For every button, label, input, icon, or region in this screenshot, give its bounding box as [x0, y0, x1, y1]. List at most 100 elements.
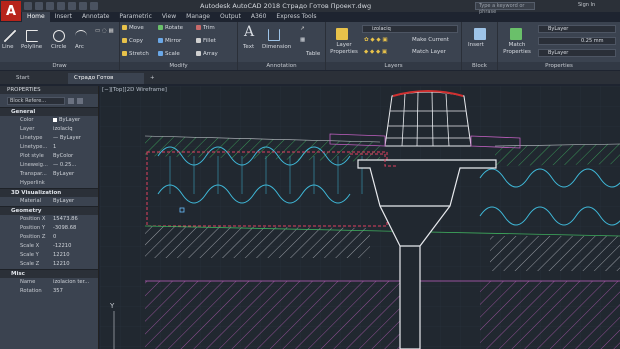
tab-view[interactable]: View [157, 12, 181, 22]
property-value[interactable]: -3098.68 [53, 224, 98, 233]
layer-dropdown[interactable]: izolaciq [362, 25, 458, 33]
property-value[interactable]: izolaciq [53, 125, 98, 134]
layer-properties-icon[interactable] [336, 28, 348, 40]
property-value[interactable]: 0 [53, 233, 98, 242]
lineweight-dropdown[interactable]: 0.25 mm [538, 37, 616, 45]
general-row[interactable]: Linetype... 1 [0, 143, 98, 152]
table-button[interactable]: Table [306, 51, 320, 57]
redo-icon[interactable] [90, 2, 98, 10]
scale-button[interactable]: Scale [158, 51, 180, 57]
property-value[interactable]: 1 [53, 143, 98, 152]
property-value[interactable] [53, 179, 98, 188]
insert-icon[interactable] [474, 28, 486, 40]
quick-select-icon[interactable] [68, 97, 74, 104]
property-value[interactable]: ByColor [53, 152, 98, 161]
section-geometry[interactable]: Geometry [0, 206, 98, 215]
property-value[interactable]: — ByLayer [53, 134, 98, 143]
new-icon[interactable] [24, 2, 32, 10]
table-icon[interactable]: ▦ [300, 37, 305, 43]
general-row[interactable]: Lineweig... — 0.25... [0, 161, 98, 170]
saveas-icon[interactable] [57, 2, 65, 10]
tab-home[interactable]: Home [22, 12, 50, 22]
move-button[interactable]: Move [122, 25, 144, 31]
circle-button[interactable]: Circle [51, 44, 66, 50]
general-row[interactable]: Plot style ByColor [0, 152, 98, 161]
viz-row[interactable]: Material ByLayer [0, 197, 98, 206]
text-button[interactable]: Text [243, 44, 254, 50]
property-value[interactable]: -12210 [53, 242, 98, 251]
arc-icon[interactable] [75, 30, 87, 42]
polyline-icon[interactable] [26, 30, 38, 42]
general-row[interactable]: Layer izolaciq [0, 125, 98, 134]
geometry-row[interactable]: Scale Y 12210 [0, 251, 98, 260]
circle-icon[interactable] [53, 30, 65, 42]
geometry-row[interactable]: Scale X -12210 [0, 242, 98, 251]
mirror-button[interactable]: Mirror [158, 38, 181, 44]
plot-icon[interactable] [68, 2, 76, 10]
general-row[interactable]: Linetype — ByLayer [0, 134, 98, 143]
tab-insert[interactable]: Insert [50, 12, 77, 22]
general-row[interactable]: Transpar... ByLayer [0, 170, 98, 179]
misc-row[interactable]: Rotation 357 [0, 287, 98, 296]
drawing-viewport[interactable]: [−][Top][2D Wireframe] Y [100, 86, 620, 349]
general-row[interactable]: Color ByLayer [0, 116, 98, 125]
tab-annotate[interactable]: Annotate [77, 12, 114, 22]
layer-tools-icon-2[interactable]: ◆ ◆ ◆ ▣ [364, 49, 387, 55]
properties-panel-title[interactable]: Properties [498, 62, 620, 70]
sign-in-button[interactable]: Sign In [578, 2, 595, 8]
fillet-button[interactable]: Fillet [196, 38, 216, 44]
modify-panel-title[interactable]: Modify [120, 62, 237, 70]
geometry-row[interactable]: Position X 15473.86 [0, 215, 98, 224]
line-button[interactable]: Line [2, 44, 13, 50]
leader-icon[interactable]: ↗ [300, 26, 305, 32]
annotation-panel-title[interactable]: Annotation [238, 62, 325, 70]
property-value[interactable]: izolacion ter... [53, 278, 98, 287]
match-properties-icon[interactable] [510, 28, 522, 40]
undo-icon[interactable] [79, 2, 87, 10]
search-input[interactable]: Type a keyword or phrase [475, 2, 535, 15]
select-objects-icon[interactable] [77, 97, 83, 104]
drawing-canvas[interactable]: Y [100, 86, 620, 349]
property-value[interactable]: ByLayer [53, 197, 98, 206]
save-icon[interactable] [46, 2, 54, 10]
line-icon[interactable] [4, 30, 16, 42]
property-value[interactable]: 12210 [53, 251, 98, 260]
selection-dropdown[interactable]: Block Refere... [7, 96, 65, 105]
tab-manage[interactable]: Manage [181, 12, 215, 22]
tab-document[interactable]: Страдо Готов Проект* [68, 73, 144, 92]
dimension-icon[interactable] [268, 29, 280, 41]
match-properties-button[interactable]: Match Properties [502, 42, 532, 56]
tab-express-tools[interactable]: Express Tools [271, 12, 321, 22]
arc-button[interactable]: Arc [75, 44, 84, 50]
tab-start[interactable]: Start [10, 73, 65, 84]
draw-panel-title[interactable]: Draw [0, 62, 119, 70]
new-tab-button[interactable]: + [147, 73, 159, 84]
polyline-button[interactable]: Polyline [21, 44, 42, 50]
tab-output[interactable]: Output [215, 12, 246, 22]
section-misc[interactable]: Misc [0, 269, 98, 278]
property-value[interactable]: ByLayer [53, 170, 98, 179]
open-icon[interactable] [35, 2, 43, 10]
block-panel-title[interactable]: Block [462, 62, 497, 70]
trim-button[interactable]: Trim [196, 25, 215, 31]
array-button[interactable]: Array [196, 51, 218, 57]
general-row[interactable]: Hyperlink [0, 179, 98, 188]
property-value[interactable]: 15473.86 [53, 215, 98, 224]
viewport-controls[interactable]: [−][Top][2D Wireframe] [102, 87, 167, 93]
misc-row[interactable]: Name izolacion ter... [0, 278, 98, 287]
insert-button[interactable]: Insert [468, 42, 484, 48]
rotate-button[interactable]: Rotate [158, 25, 183, 31]
draw-extra-tools[interactable]: ▭ ◌ ▦ [95, 28, 114, 34]
layer-tools-icon[interactable]: ✿ ◆ ◆ ▣ [364, 37, 388, 43]
property-value[interactable]: — 0.25... [53, 161, 98, 170]
geometry-row[interactable]: Position Y -3098.68 [0, 224, 98, 233]
linetype-dropdown[interactable]: ByLayer [538, 49, 616, 57]
section-general[interactable]: General [0, 107, 98, 116]
dimension-button[interactable]: Dimension [262, 44, 291, 50]
match-layer-button[interactable]: Match Layer [412, 49, 446, 55]
tab-parametric[interactable]: Parametric [114, 12, 157, 22]
application-menu-button[interactable]: A [1, 1, 21, 21]
geometry-row[interactable]: Scale Z 12210 [0, 260, 98, 269]
make-current-button[interactable]: Make Current [412, 37, 449, 43]
section-3d-visualization[interactable]: 3D Visualization [0, 188, 98, 197]
